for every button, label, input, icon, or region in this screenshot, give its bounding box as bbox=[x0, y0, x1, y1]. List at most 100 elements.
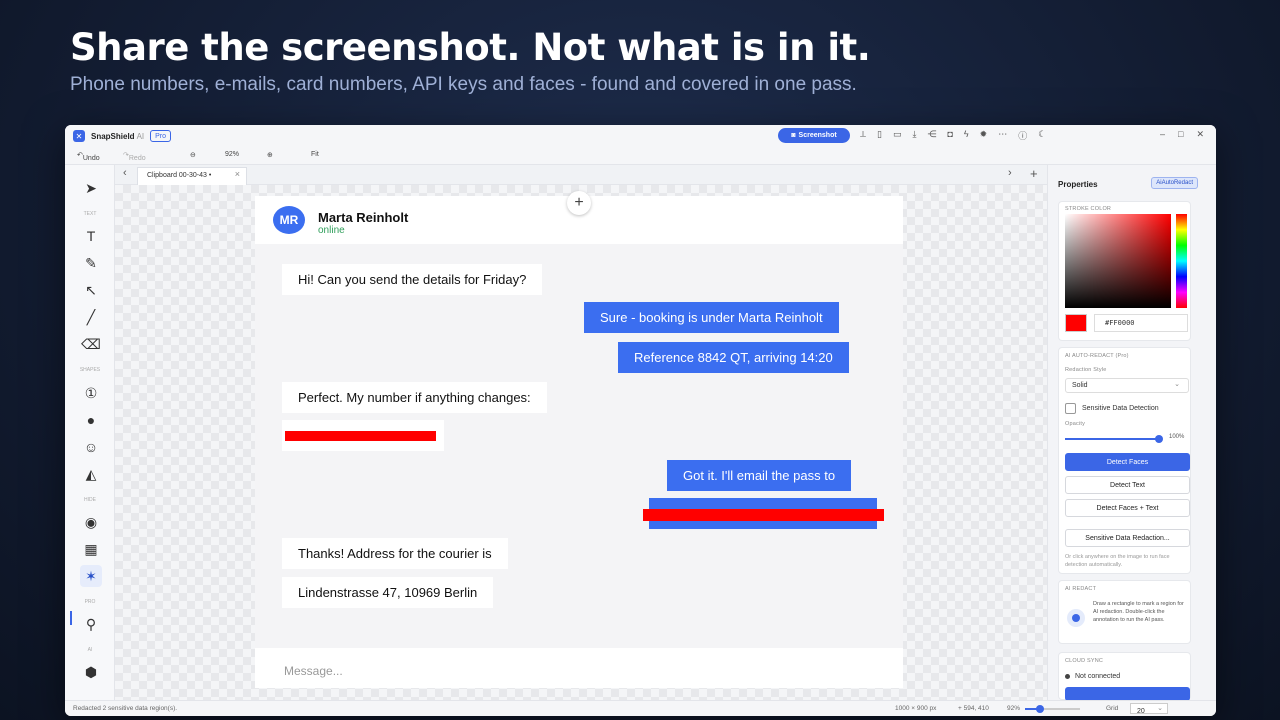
camera-icon: ◙ bbox=[791, 132, 796, 139]
connect-button[interactable] bbox=[1065, 687, 1190, 701]
fit-button[interactable]: Fit bbox=[311, 151, 319, 158]
capture-icon[interactable]: ◘ bbox=[947, 129, 952, 142]
pen-tool-icon[interactable]: ✎ bbox=[80, 252, 102, 274]
chat-bubble-incoming: Perfect. My number if anything changes: bbox=[282, 382, 547, 413]
auto-redact-label: AI AUTO-REDACT (Pro) bbox=[1065, 353, 1129, 359]
bolt-icon[interactable]: ϟ bbox=[964, 129, 969, 142]
hue-slider[interactable] bbox=[1176, 214, 1187, 308]
add-annotation-icon[interactable]: + bbox=[567, 191, 591, 215]
opacity-slider[interactable] bbox=[1065, 438, 1157, 440]
chat-bubble-outgoing: Sure - booking is under Marta Reinholt bbox=[584, 302, 839, 333]
app-window: ✕ SnapShield AI Pro ◙ Screenshot ⟂ ▯ ▭ ⤓… bbox=[65, 125, 1216, 716]
screenshot-button[interactable]: ◙ Screenshot bbox=[778, 128, 850, 143]
folder-icon[interactable]: ▭ bbox=[893, 129, 902, 142]
line-tool-icon[interactable]: ╱ bbox=[80, 306, 102, 328]
select-tool-icon[interactable]: ➤ bbox=[80, 177, 102, 199]
redo-button[interactable]: ↷ Redo bbox=[123, 151, 146, 162]
gear-icon[interactable]: ✹ bbox=[980, 129, 988, 142]
tool-section-hide: HIDE bbox=[84, 497, 96, 503]
app-logo-icon: ✕ bbox=[73, 130, 85, 142]
cloud-sync-label: CLOUD SYNC bbox=[1065, 658, 1104, 664]
cloud-sync-card: CLOUD SYNC Not connected bbox=[1058, 652, 1191, 701]
undo-button[interactable]: ↶ Undo bbox=[77, 151, 100, 162]
chat-bubble-incoming: Lindenstrasse 47, 10969 Berlin bbox=[282, 577, 494, 608]
eraser-tool-icon[interactable]: ⌫ bbox=[80, 333, 102, 355]
hex-input[interactable]: #FF0000 bbox=[1094, 314, 1188, 332]
tab-next-icon[interactable]: › bbox=[1008, 167, 1012, 179]
status-zoom: 92% bbox=[1007, 705, 1021, 712]
status-message: Redacted 2 sensitive data region(s). bbox=[73, 705, 178, 712]
status-dot-icon bbox=[1065, 674, 1070, 679]
redaction-style-label: Redaction Style bbox=[1065, 367, 1107, 373]
title-bar: ✕ SnapShield AI Pro ◙ Screenshot ⟂ ▯ ▭ ⤓… bbox=[65, 125, 1216, 147]
pin-icon[interactable]: ⟂ bbox=[860, 129, 866, 142]
ai-auto-redact-badge[interactable]: AiAutoRedact bbox=[1151, 177, 1198, 189]
secondary-toolbar: ↶ Undo ↷ Redo ⊖ 92% ⊕ Fit bbox=[65, 147, 1216, 165]
ai-layers-tool-icon[interactable]: ⬢ bbox=[80, 661, 102, 683]
tab-close-icon[interactable]: × bbox=[235, 166, 240, 182]
image-canvas[interactable]: MR Marta Reinholt online + Hi! Can you s… bbox=[115, 185, 1047, 700]
properties-title: Properties bbox=[1058, 180, 1098, 189]
pro-badge[interactable]: Pro bbox=[150, 130, 172, 142]
detect-faces-button[interactable]: Detect Faces bbox=[1065, 453, 1190, 471]
tool-section-ai: AI bbox=[87, 647, 93, 653]
detect-text-button[interactable]: Detect Text bbox=[1065, 476, 1190, 494]
new-file-icon[interactable]: ▯ bbox=[877, 129, 882, 142]
message-input: Message... bbox=[255, 648, 903, 688]
shapes-tool-icon[interactable]: ◭ bbox=[80, 463, 102, 485]
chevron-down-icon: ⌄ bbox=[1157, 705, 1163, 712]
sensitive-redaction-button[interactable]: Sensitive Data Redaction... bbox=[1065, 529, 1190, 547]
cursor-position: + 594, 410 bbox=[958, 705, 989, 712]
step-number-tool-icon[interactable]: ① bbox=[80, 382, 102, 404]
pixelate-tool-icon[interactable]: ▦ bbox=[80, 538, 102, 560]
minimize-icon[interactable]: – bbox=[1160, 129, 1165, 140]
detect-faces-text-button[interactable]: Detect Faces + Text bbox=[1065, 499, 1190, 517]
color-picker-field[interactable] bbox=[1065, 214, 1171, 308]
contact-status: online bbox=[318, 225, 345, 236]
tab-bar: ‹ Clipboard 00-30-43 • × › + bbox=[115, 165, 1047, 185]
redaction-box[interactable] bbox=[643, 509, 884, 521]
zoom-in-icon[interactable]: ⊕ bbox=[267, 151, 273, 159]
color-swatch[interactable] bbox=[1065, 314, 1087, 332]
properties-panel: Properties AiAutoRedact STROKE COLOR #FF… bbox=[1047, 165, 1216, 701]
ai-redact-hint: Draw a rectangle to mark a region for AI… bbox=[1093, 601, 1184, 623]
close-icon[interactable]: ✕ bbox=[1196, 129, 1204, 140]
tab-clipboard[interactable]: Clipboard 00-30-43 • × bbox=[137, 167, 247, 185]
moon-icon[interactable]: ☾ bbox=[1038, 129, 1046, 142]
sensitive-data-checkbox[interactable]: Sensitive Data Detection bbox=[1065, 403, 1159, 414]
info-icon[interactable]: ⓘ bbox=[1018, 129, 1027, 142]
zoom-out-icon[interactable]: ⊖ bbox=[190, 151, 196, 159]
download-icon[interactable]: ⤓ bbox=[912, 129, 916, 142]
more-icon[interactable]: ⋯ bbox=[998, 129, 1007, 142]
tool-section-shapes: SHAPES bbox=[79, 367, 101, 373]
checkbox-box[interactable] bbox=[1065, 403, 1076, 414]
redaction-style-select[interactable]: Solid ⌄ bbox=[1065, 378, 1189, 393]
chat-bubble-outgoing: Got it. I'll email the pass to bbox=[667, 460, 852, 491]
blur-tool-icon[interactable]: ◉ bbox=[80, 511, 102, 533]
redaction-box[interactable] bbox=[285, 431, 436, 441]
stroke-color-card: STROKE COLOR #FF0000 bbox=[1058, 201, 1191, 341]
zoom-slider-knob[interactable] bbox=[1036, 705, 1044, 713]
cloud-status: Not connected bbox=[1065, 673, 1120, 680]
ellipse-tool-icon[interactable]: ● bbox=[80, 409, 102, 431]
app-name: SnapShield bbox=[91, 131, 135, 141]
new-tab-icon[interactable]: + bbox=[1030, 166, 1038, 181]
opacity-slider-knob[interactable] bbox=[1155, 435, 1163, 443]
opacity-value: 100% bbox=[1169, 434, 1185, 440]
checkbox-label: Sensitive Data Detection bbox=[1082, 405, 1159, 412]
arrow-tool-icon[interactable]: ↖ bbox=[80, 279, 102, 301]
emoji-tool-icon[interactable]: ☺ bbox=[80, 436, 102, 458]
face-detect-tool-icon[interactable]: ⚲ bbox=[80, 613, 102, 635]
avatar: MR bbox=[273, 206, 305, 234]
text-tool-icon[interactable]: T bbox=[80, 225, 102, 247]
share-icon[interactable]: ⋲ bbox=[927, 129, 936, 142]
tab-prev-icon[interactable]: ‹ bbox=[123, 167, 127, 179]
tool-section-text: TEXT bbox=[83, 211, 97, 217]
grid-size-select[interactable]: 20 ⌄ bbox=[1130, 703, 1168, 715]
chevron-down-icon: ⌄ bbox=[1174, 381, 1180, 388]
hero-subtitle: Phone numbers, e-mails, card numbers, AP… bbox=[70, 74, 857, 95]
maximize-icon[interactable]: □ bbox=[1178, 129, 1183, 140]
chat-bubble-incoming: Thanks! Address for the courier is bbox=[282, 538, 508, 569]
redact-tool-icon[interactable]: ✶ bbox=[80, 565, 102, 587]
zoom-slider[interactable] bbox=[1025, 705, 1080, 713]
